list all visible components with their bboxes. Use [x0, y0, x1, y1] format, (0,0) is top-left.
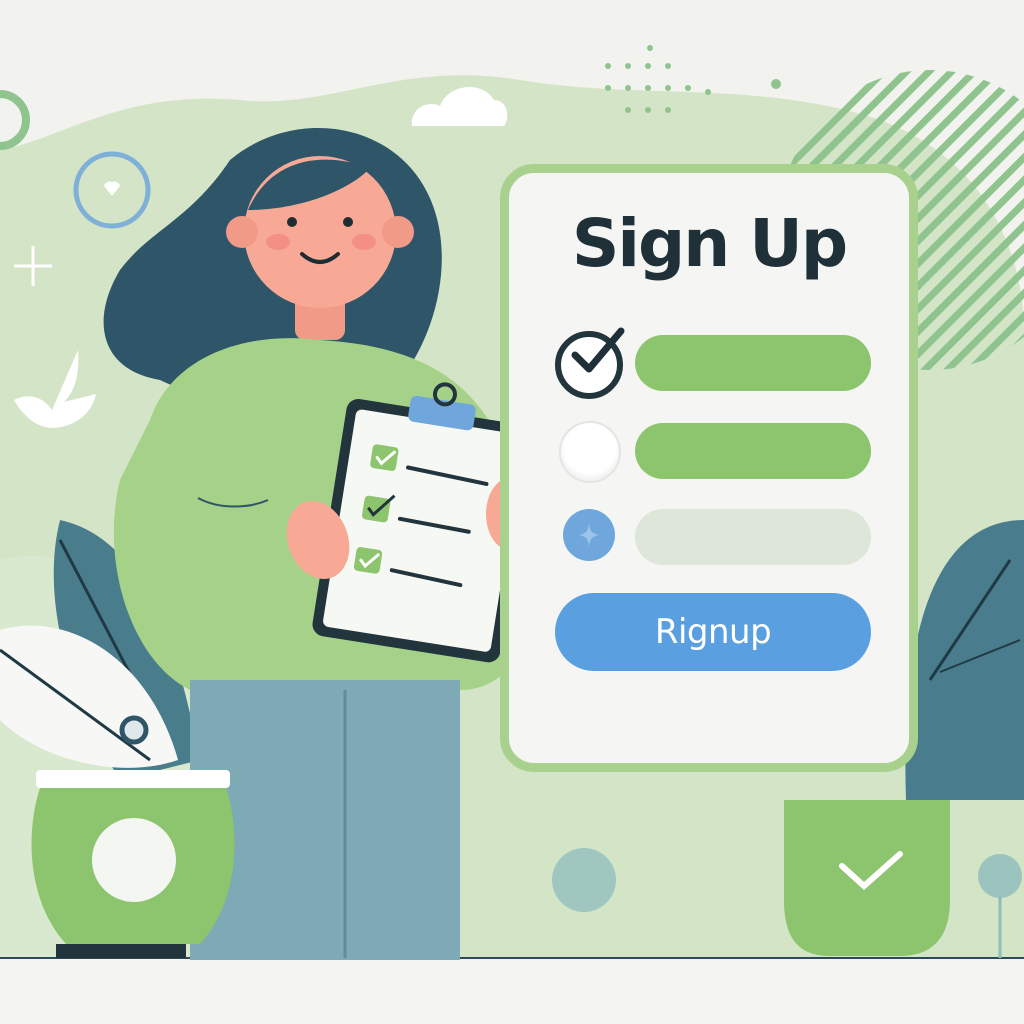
dot-decor: [552, 848, 616, 912]
check-circle-icon[interactable]: [555, 327, 625, 399]
clipboard-check-3: [353, 547, 383, 574]
eye-right: [343, 217, 353, 227]
signup-card: Sign Up Rignup: [500, 164, 918, 772]
empty-circle-icon[interactable]: [559, 421, 621, 483]
clipboard-check-2: [362, 495, 391, 523]
signup-button[interactable]: Rignup: [555, 593, 871, 671]
signup-field-3[interactable]: [635, 509, 871, 565]
sparkle-icon[interactable]: [563, 509, 615, 561]
clipboard-check-1: [370, 444, 399, 471]
signup-title: Sign Up: [571, 205, 848, 282]
signup-field-2[interactable]: [635, 423, 871, 479]
signup-field-1[interactable]: [635, 335, 871, 391]
eye-left: [287, 217, 297, 227]
ring-icon: [0, 90, 30, 150]
pot-right: [784, 800, 950, 956]
